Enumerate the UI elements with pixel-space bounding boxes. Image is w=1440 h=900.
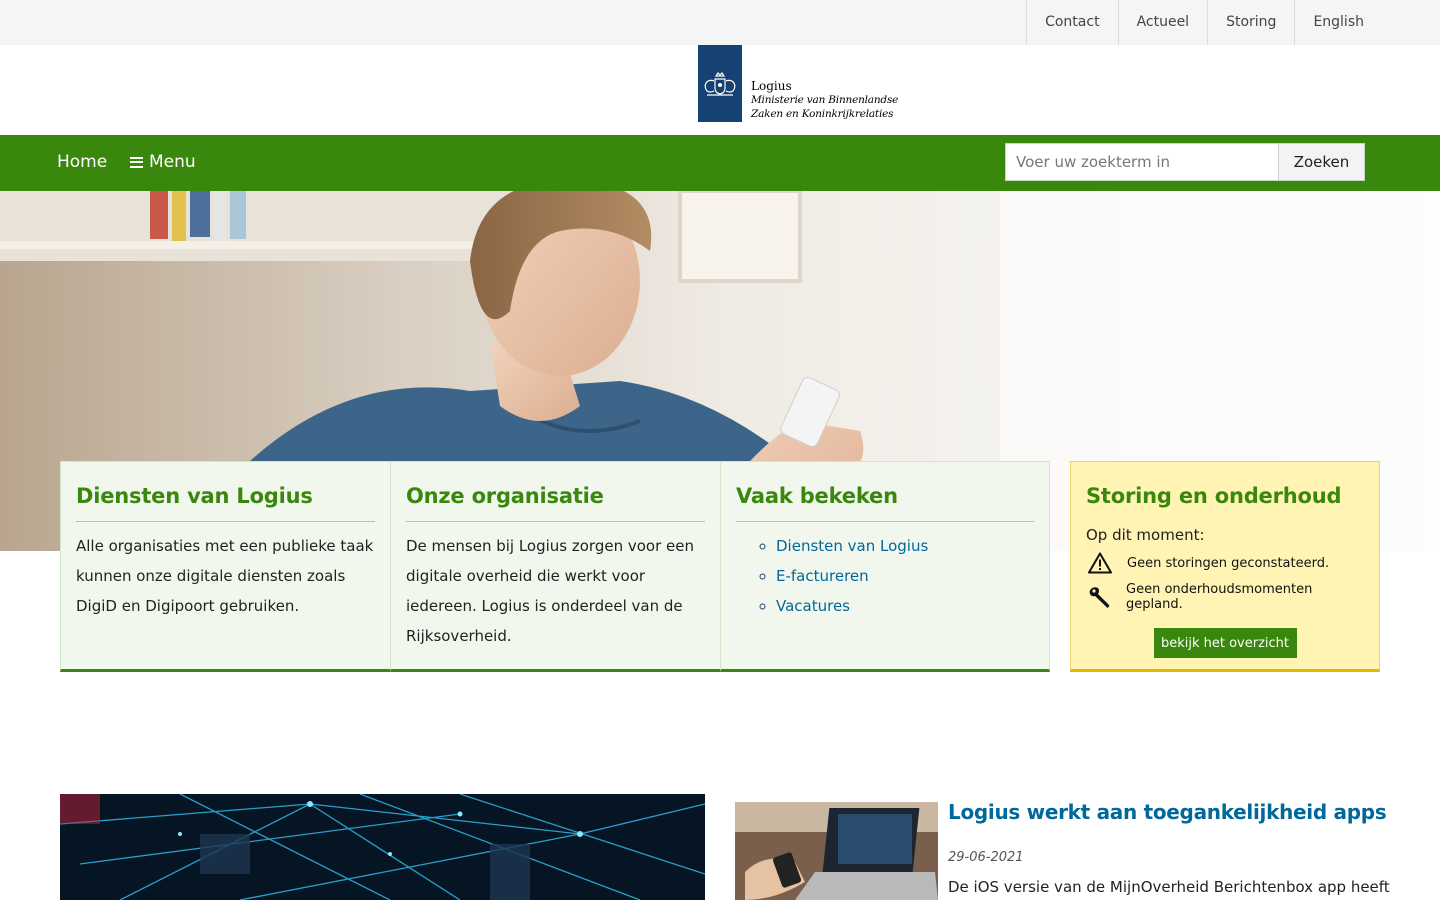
status-maintenance-text: Geen onderhoudsmomenten gepland. <box>1126 582 1313 612</box>
status-now-label: Op dit moment: <box>1086 526 1205 544</box>
card-storing-onderhoud: Storing en onderhoud Op dit moment: Geen… <box>1070 461 1380 672</box>
utility-links: Contact Actueel Storing English <box>1026 0 1382 45</box>
actueel-link[interactable]: Actueel <box>1117 0 1208 45</box>
link-diensten-van-logius[interactable]: Diensten van Logius <box>776 537 928 555</box>
search-button[interactable]: Zoeken <box>1279 143 1365 181</box>
card-storing-title[interactable]: Storing en onderhoud <box>1086 484 1364 508</box>
link-e-factureren[interactable]: E-factureren <box>776 567 869 585</box>
news-feature-image-network[interactable] <box>60 794 705 900</box>
logo-ministry-name: Ministerie van Binnenlandse Zaken en Kon… <box>751 94 899 120</box>
status-outages-row: Geen storingen geconstateerd. <box>1086 551 1364 575</box>
card-organisatie-text: De mensen bij Logius zorgen voor een dig… <box>406 537 694 645</box>
list-item: Diensten van Logius <box>776 531 1034 561</box>
search-input[interactable] <box>1005 143 1279 181</box>
warning-icon <box>1087 551 1113 575</box>
card-vaak-bekeken: Vaak bekeken Diensten van Logius E-factu… <box>720 461 1050 672</box>
card-diensten-text: Alle organisaties met een publieke taak … <box>76 537 374 615</box>
list-item: Vacatures <box>776 591 1034 621</box>
nav-menu-button[interactable]: Menu <box>130 152 196 172</box>
utility-bar: Contact Actueel Storing English <box>0 0 1440 45</box>
search-form: Zoeken <box>1005 143 1365 181</box>
news-thumbnail-laptop[interactable] <box>735 802 938 900</box>
status-maintenance-row: Geen onderhoudsmomenten gepland. <box>1086 582 1364 612</box>
nav-home-link[interactable]: Home <box>57 152 107 172</box>
nav-menu-label: Menu <box>149 152 196 172</box>
popular-links-list: Diensten van Logius E-factureren Vacatur… <box>736 531 1034 621</box>
english-link[interactable]: English <box>1294 0 1382 45</box>
storing-link[interactable]: Storing <box>1207 0 1294 45</box>
news-title-link[interactable]: Logius werkt aan toegankelijkheid apps <box>948 800 1387 824</box>
hamburger-icon <box>130 156 143 168</box>
site-logo[interactable]: Logius Ministerie van Binnenlandse Zaken… <box>698 45 931 122</box>
card-organisatie: Onze organisatie De mensen bij Logius zo… <box>390 461 721 672</box>
card-vaak-bekeken-title: Vaak bekeken <box>736 484 1034 522</box>
contact-link[interactable]: Contact <box>1026 0 1117 45</box>
logo-org-name: Logius <box>751 79 792 93</box>
status-outages-text: Geen storingen geconstateerd. <box>1127 555 1330 571</box>
list-item: E-factureren <box>776 561 1034 591</box>
card-organisatie-title[interactable]: Onze organisatie <box>406 484 705 522</box>
card-diensten: Diensten van Logius Alle organisaties me… <box>60 461 391 672</box>
wrench-icon <box>1087 585 1112 609</box>
link-vacatures[interactable]: Vacatures <box>776 597 850 615</box>
royal-coat-of-arms-icon <box>698 45 742 122</box>
news-date: 29-06-2021 <box>948 850 1024 865</box>
card-diensten-title[interactable]: Diensten van Logius <box>76 484 375 522</box>
status-overview-button[interactable]: bekijk het overzicht <box>1153 628 1297 658</box>
news-excerpt: De iOS versie van de MijnOverheid Berich… <box>948 878 1390 896</box>
